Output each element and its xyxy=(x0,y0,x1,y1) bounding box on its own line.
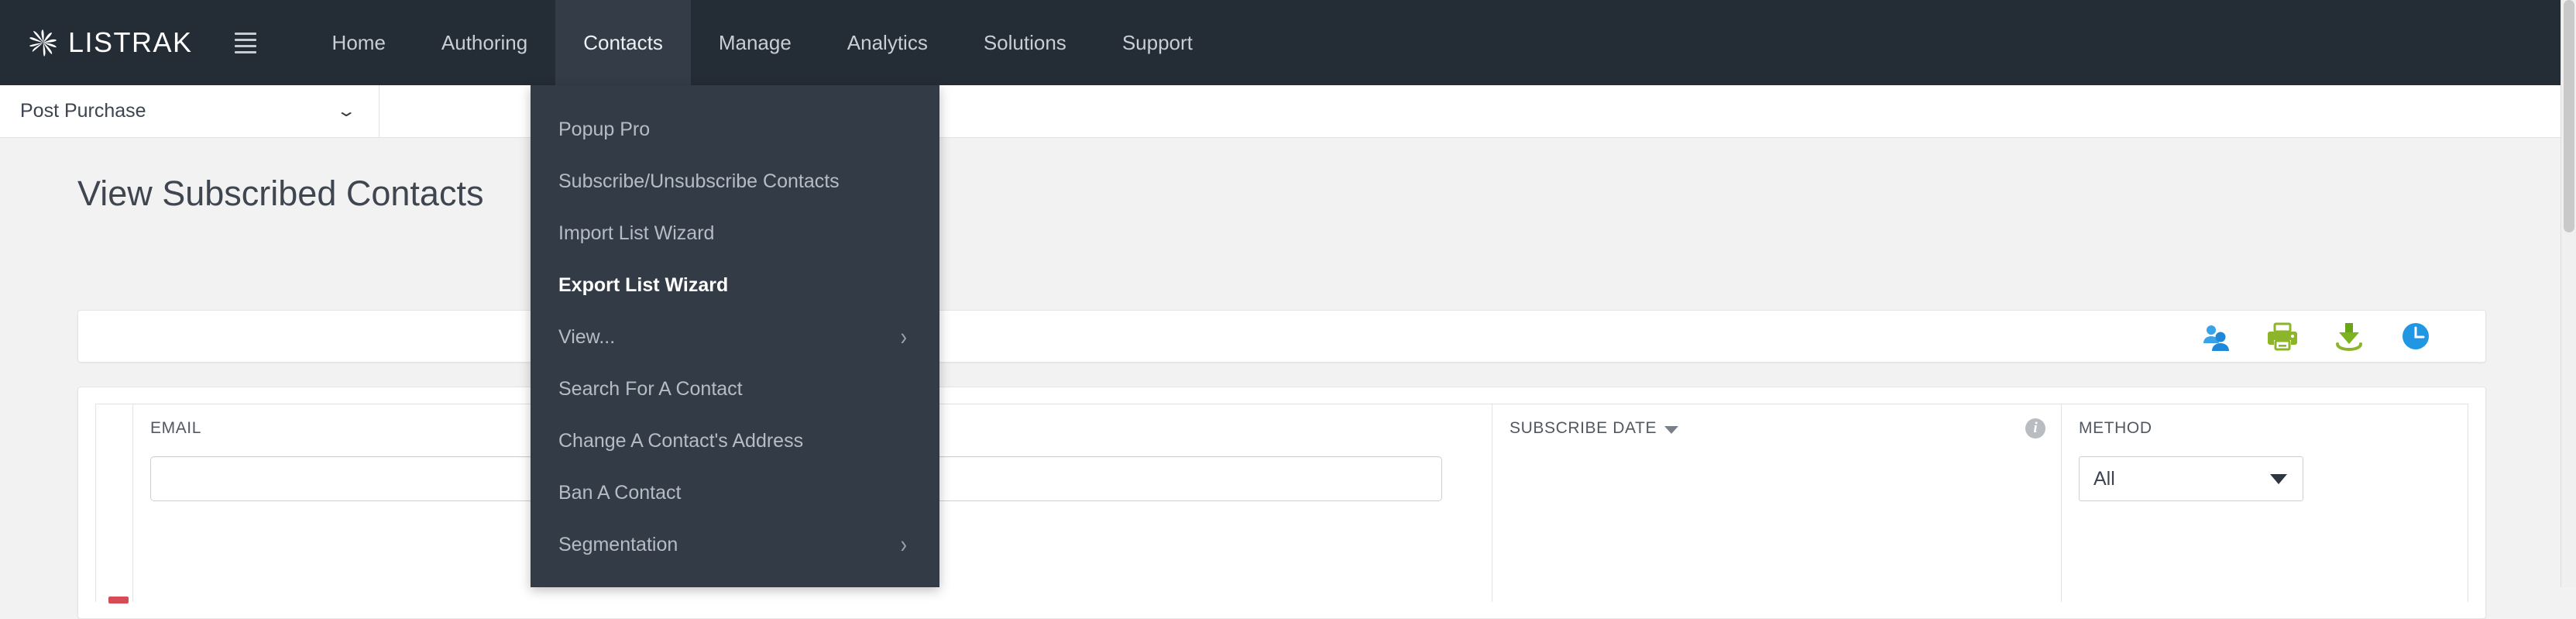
filter-grid: EMAIL SUBSCRIBE DATE i METHOD All xyxy=(95,404,2468,604)
nav-item-home[interactable]: Home xyxy=(304,0,414,85)
menu-item-label: Ban A Contact xyxy=(558,482,682,504)
download-icon[interactable] xyxy=(2334,321,2365,352)
nav-item-analytics[interactable]: Analytics xyxy=(819,0,956,85)
method-filter-value: All xyxy=(2093,467,2115,490)
column-subscribe-date: SUBSCRIBE DATE i xyxy=(1492,404,2062,602)
chevron-right-icon: › xyxy=(900,323,907,351)
menu-item-import-list-wizard[interactable]: Import List Wizard xyxy=(531,208,939,260)
menu-item-export-list-wizard[interactable]: Export List Wizard xyxy=(531,260,939,311)
main-nav-items: Home Authoring Contacts Manage Analytics… xyxy=(304,0,1221,85)
vertical-scrollbar[interactable] xyxy=(2561,0,2576,587)
row-status-marker xyxy=(108,597,129,604)
menu-item-subscribe-unsubscribe-contacts[interactable]: Subscribe/Unsubscribe Contacts xyxy=(531,156,939,208)
menu-item-label: Import List Wizard xyxy=(558,222,715,244)
menu-item-change-a-contacts-address[interactable]: Change A Contact's Address xyxy=(531,415,939,467)
page-title: View Subscribed Contacts xyxy=(77,174,484,213)
column-method: METHOD All xyxy=(2062,404,2468,602)
info-icon[interactable]: i xyxy=(2025,418,2045,438)
brand[interactable]: LISTRAK xyxy=(28,0,193,85)
column-header-method: METHOD xyxy=(2079,419,2152,437)
menu-item-label: Segmentation xyxy=(558,534,678,555)
menu-item-ban-a-contact[interactable]: Ban A Contact xyxy=(531,467,939,519)
method-filter-select[interactable]: All xyxy=(2079,456,2303,501)
menu-item-label: View... xyxy=(558,326,616,348)
sort-descending-caret-icon[interactable] xyxy=(1664,425,1679,434)
nav-item-authoring[interactable]: Authoring xyxy=(414,0,555,85)
chevron-right-icon: › xyxy=(900,531,907,559)
brand-name: LISTRAK xyxy=(68,26,193,58)
page-body: View Subscribed Contacts EMAIL SUBSCRIBE… xyxy=(0,139,2561,619)
menu-item-search-for-a-contact[interactable]: Search For A Contact xyxy=(531,363,939,415)
column-header-subscribe-date-label: SUBSCRIBE DATE xyxy=(1510,419,1657,437)
nav-item-manage[interactable]: Manage xyxy=(691,0,819,85)
dropdown-caret-icon xyxy=(2270,473,2287,484)
nav-item-support[interactable]: Support xyxy=(1094,0,1221,85)
menu-item-label: Search For A Contact xyxy=(558,378,743,400)
column-header-subscribe-date[interactable]: SUBSCRIBE DATE xyxy=(1510,419,2044,438)
contacts-dropdown-menu: Popup Pro Subscribe/Unsubscribe Contacts… xyxy=(531,85,939,587)
scrollbar-thumb[interactable] xyxy=(2564,0,2574,232)
chevron-down-icon: ⌄ xyxy=(335,101,357,120)
toolbar-card xyxy=(77,310,2486,363)
row-select-column xyxy=(96,404,133,604)
hamburger-menu-icon[interactable] xyxy=(234,0,261,85)
filter-table-card: EMAIL SUBSCRIBE DATE i METHOD All xyxy=(77,387,2486,619)
menu-item-label: Popup Pro xyxy=(558,119,651,140)
menu-item-label: Change A Contact's Address xyxy=(558,430,804,452)
top-navigation-bar: LISTRAK Home Authoring Contacts Manage A… xyxy=(0,0,2561,85)
nav-item-solutions[interactable]: Solutions xyxy=(956,0,1094,85)
add-contacts-icon[interactable] xyxy=(2200,321,2231,352)
print-icon[interactable] xyxy=(2267,321,2298,352)
menu-item-view[interactable]: View... › xyxy=(531,311,939,363)
menu-item-label: Subscribe/Unsubscribe Contacts xyxy=(558,170,840,192)
nav-item-contacts[interactable]: Contacts xyxy=(555,0,691,85)
pinwheel-logo-icon xyxy=(28,27,59,58)
list-selector-value: Post Purchase xyxy=(20,100,146,122)
menu-item-popup-pro[interactable]: Popup Pro xyxy=(531,104,939,156)
list-selector[interactable]: Post Purchase ⌄ xyxy=(0,85,380,137)
menu-item-label: Export List Wizard xyxy=(558,274,729,296)
menu-item-segmentation[interactable]: Segmentation › xyxy=(531,519,939,571)
sub-header-bar: Post Purchase ⌄ xyxy=(0,85,2561,138)
schedule-clock-icon[interactable] xyxy=(2400,321,2431,352)
